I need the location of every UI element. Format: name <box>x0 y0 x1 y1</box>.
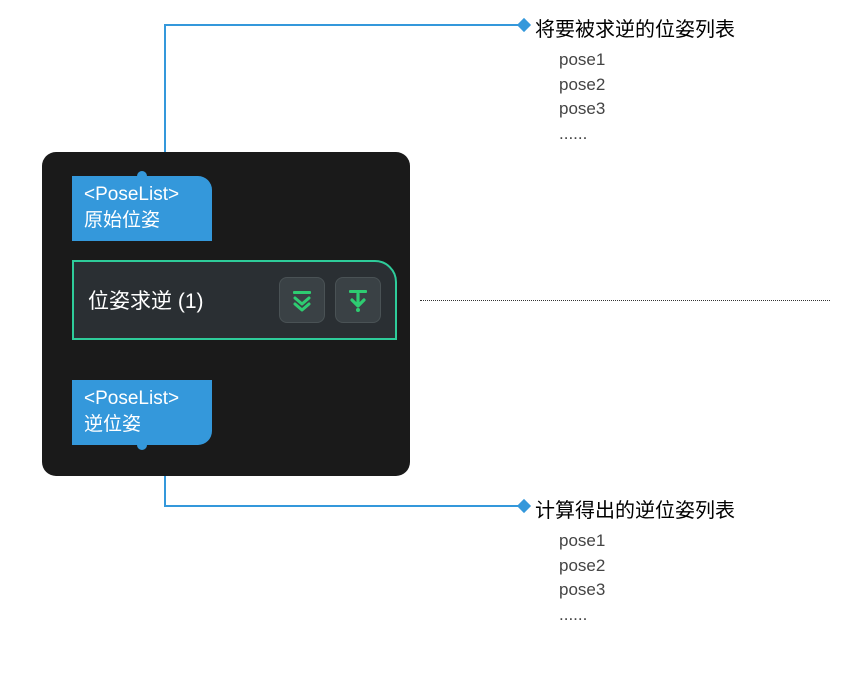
list-item: ...... <box>559 603 735 628</box>
list-item: pose1 <box>559 529 735 554</box>
output-port[interactable]: <PoseList> 逆位姿 <box>72 380 212 445</box>
list-item: pose3 <box>559 578 735 603</box>
connector-output-horizontal <box>164 505 524 507</box>
list-item: pose3 <box>559 97 735 122</box>
connector-output-endpoint <box>517 499 531 513</box>
step-button[interactable] <box>335 277 381 323</box>
output-annotation-list: pose1 pose2 pose3 ...... <box>559 529 735 628</box>
connector-input-endpoint <box>517 18 531 32</box>
node-title-bar[interactable]: 位姿求逆 (1) <box>72 260 397 340</box>
output-port-type: <PoseList> <box>84 386 200 412</box>
input-port-pin[interactable] <box>137 171 147 181</box>
output-port-label: 逆位姿 <box>84 412 200 438</box>
expand-button[interactable] <box>279 277 325 323</box>
input-annotation-list: pose1 pose2 pose3 ...... <box>559 48 735 147</box>
input-annotation: 将要被求逆的位姿列表 pose1 pose2 pose3 ...... <box>535 13 735 147</box>
step-down-arrow-icon <box>345 287 371 313</box>
list-item: pose2 <box>559 73 735 98</box>
connector-input-horizontal <box>164 24 524 26</box>
input-port[interactable]: <PoseList> 原始位姿 <box>72 176 212 241</box>
input-annotation-heading: 将要被求逆的位姿列表 <box>535 13 735 42</box>
list-item: ...... <box>559 122 735 147</box>
node-title: 位姿求逆 (1) <box>88 285 269 315</box>
connector-input-vertical <box>164 25 166 171</box>
input-port-type: <PoseList> <box>84 182 200 208</box>
output-annotation: 计算得出的逆位姿列表 pose1 pose2 pose3 ...... <box>535 494 735 628</box>
output-port-pin[interactable] <box>137 440 147 450</box>
output-annotation-heading: 计算得出的逆位姿列表 <box>535 494 735 523</box>
horizontal-separator <box>420 300 830 301</box>
list-item: pose1 <box>559 48 735 73</box>
list-item: pose2 <box>559 554 735 579</box>
input-port-label: 原始位姿 <box>84 208 200 234</box>
expand-chevron-icon <box>289 287 315 313</box>
node-block: <PoseList> 原始位姿 位姿求逆 (1) <PoseList> 逆位姿 <box>42 152 410 476</box>
connector-output-vertical <box>164 475 166 506</box>
